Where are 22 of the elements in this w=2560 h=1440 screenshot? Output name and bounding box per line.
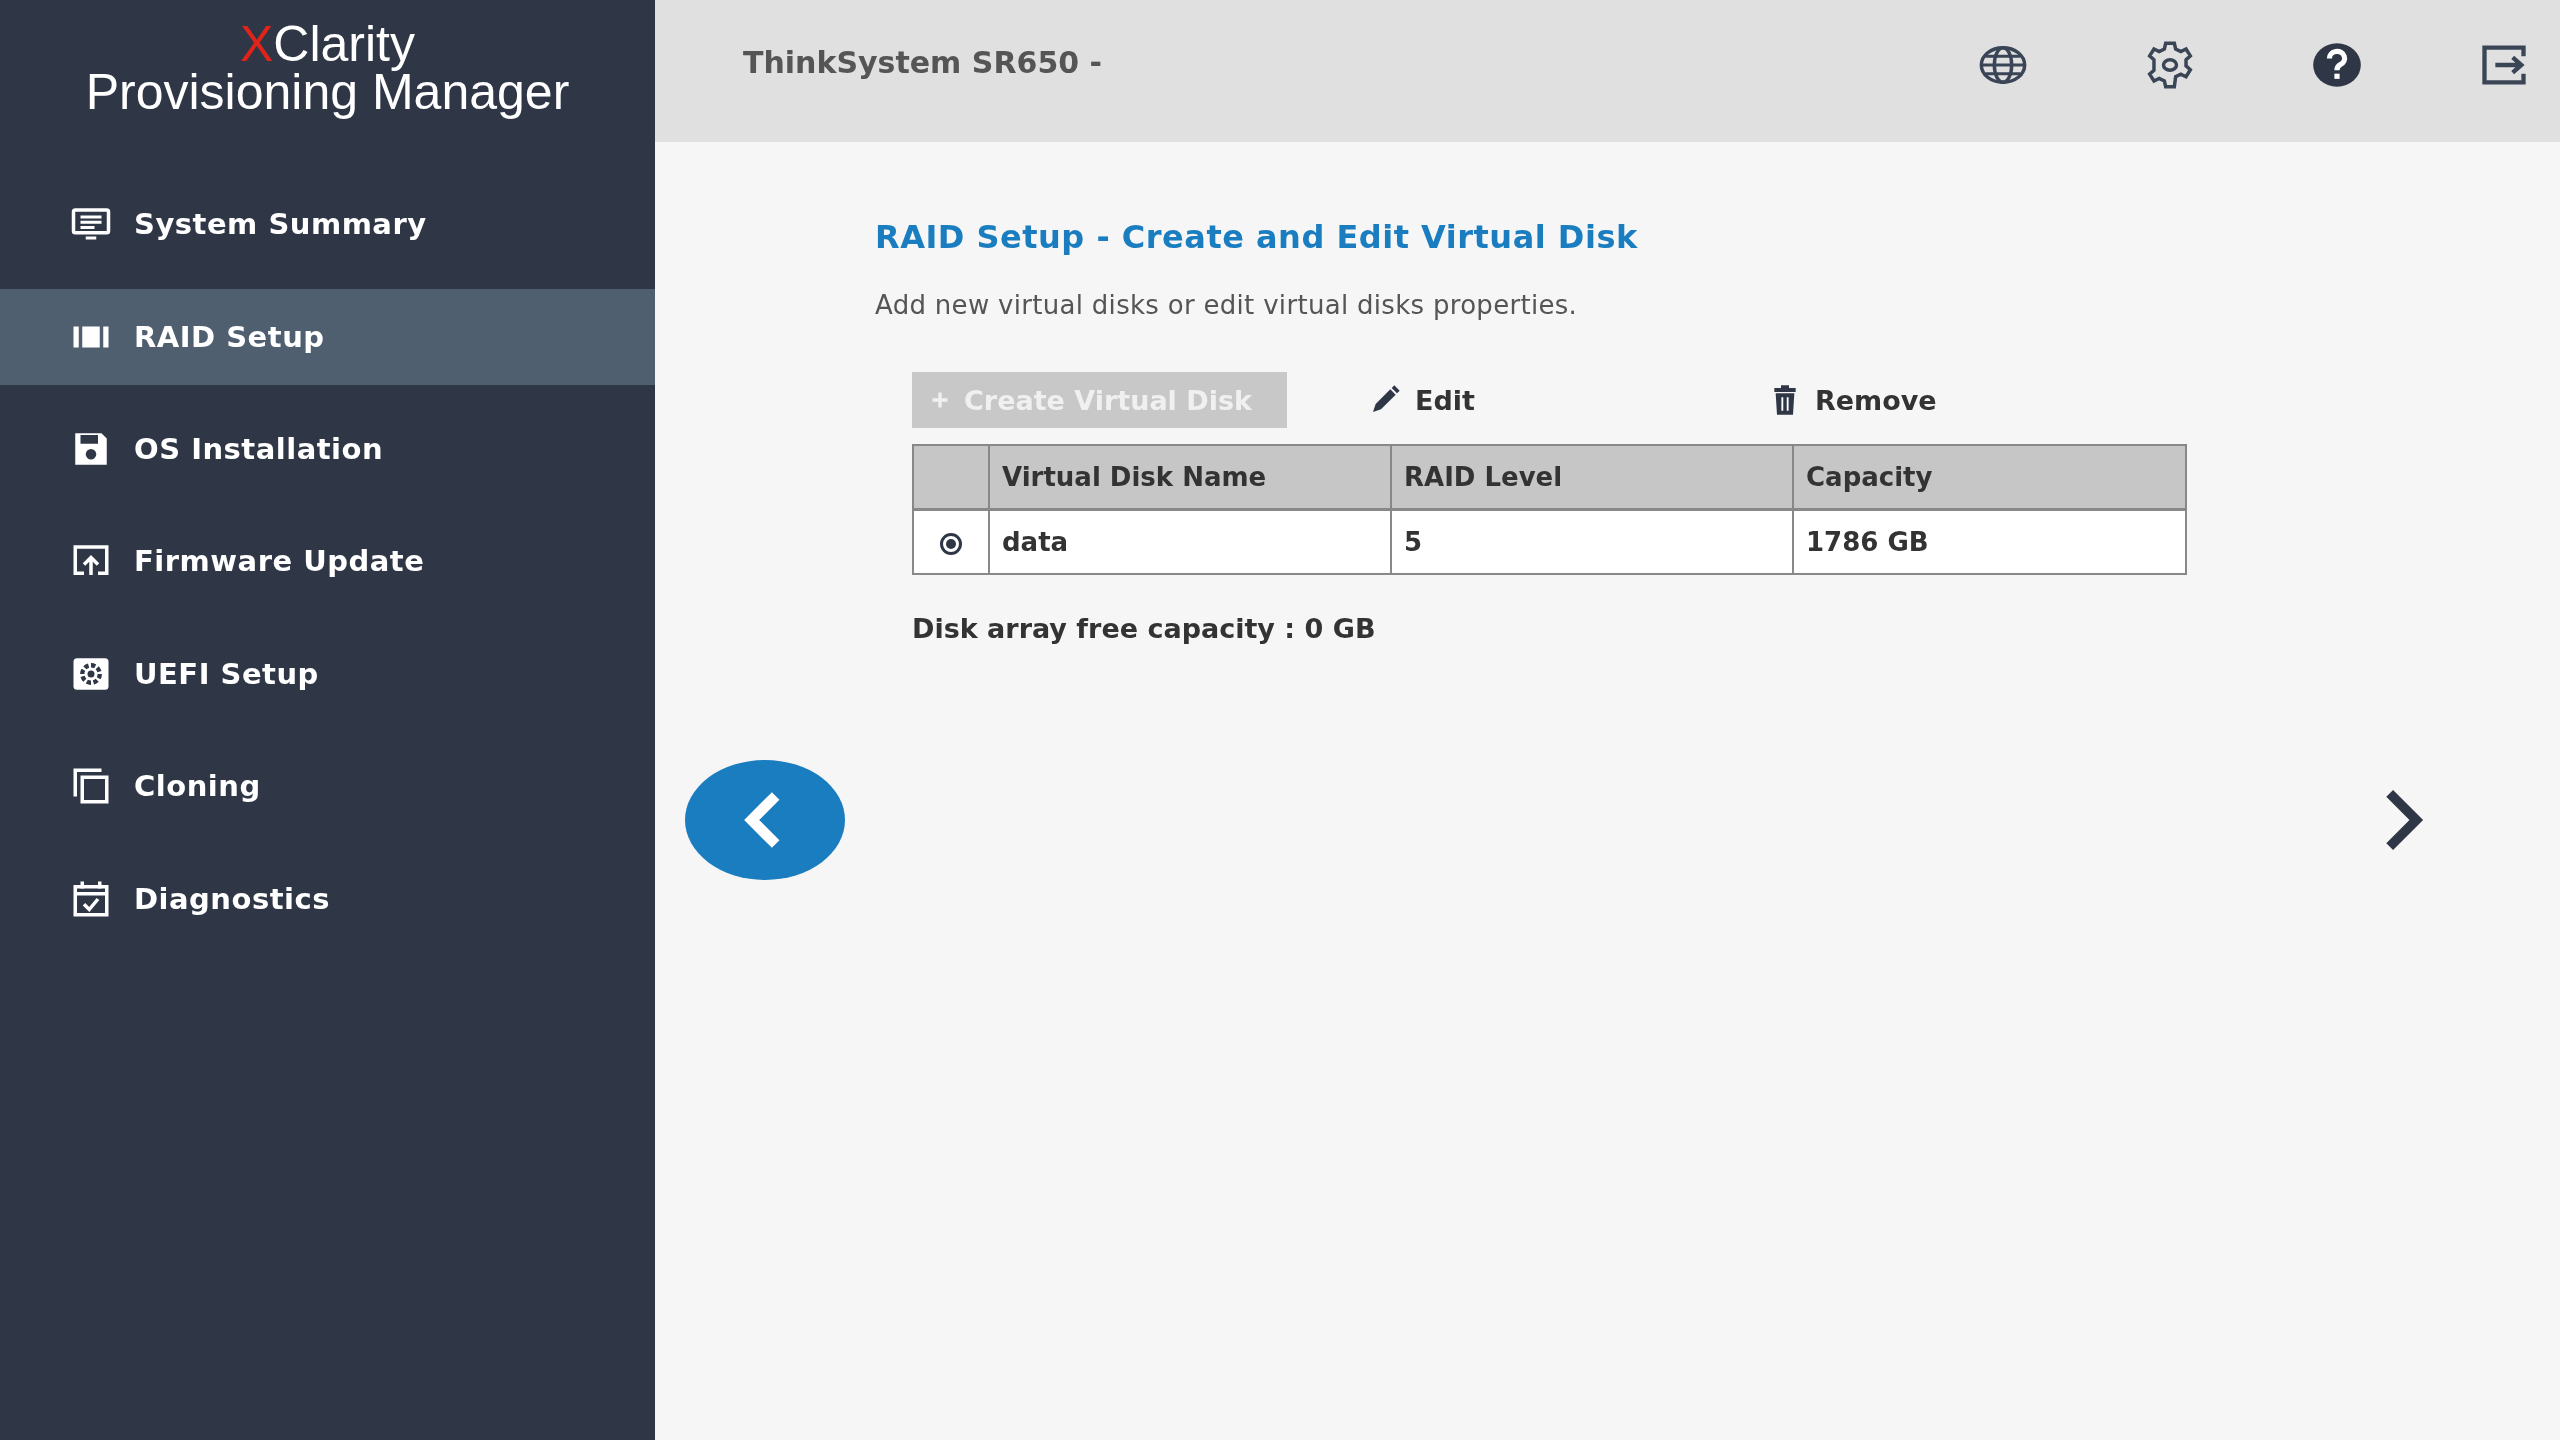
page-description: Add new virtual disks or edit virtual disks properties. xyxy=(875,290,1579,320)
sidebar-item[interactable]: Cloning xyxy=(0,730,655,843)
system-title: ThinkSystem SR650 - xyxy=(743,44,1103,80)
table-cell: 5 xyxy=(1391,509,1793,574)
column-header: Capacity xyxy=(1793,445,2186,510)
sidebar-item[interactable]: OS Installation xyxy=(0,392,655,505)
sidebar-item[interactable]: Firmware Update xyxy=(0,505,655,618)
sidebar-item[interactable]: UEFI Setup xyxy=(0,617,655,730)
free-capacity-text: Disk array free capacity : 0 GB xyxy=(912,613,1377,644)
sidebar-item[interactable]: System Summary xyxy=(0,168,655,281)
column-header: RAID Level xyxy=(1391,445,1793,510)
page-title: RAID Setup - Create and Edit Virtual Disk xyxy=(875,218,1639,256)
column-header: Virtual Disk Name xyxy=(989,445,1391,510)
plus-icon xyxy=(930,390,950,410)
radio-button[interactable] xyxy=(940,532,962,555)
table-cell: 1786 GB xyxy=(1793,509,2186,574)
sidebar-item[interactable]: RAID Setup xyxy=(0,288,655,385)
edit-button[interactable]: Edit xyxy=(1357,372,1487,428)
remove-button[interactable]: Remove xyxy=(1756,372,1949,428)
sidebar-item[interactable]: Diagnostics xyxy=(0,842,655,955)
table-cell: data xyxy=(989,509,1391,574)
product-logo: XClarity Provisioning Manager xyxy=(84,15,571,122)
